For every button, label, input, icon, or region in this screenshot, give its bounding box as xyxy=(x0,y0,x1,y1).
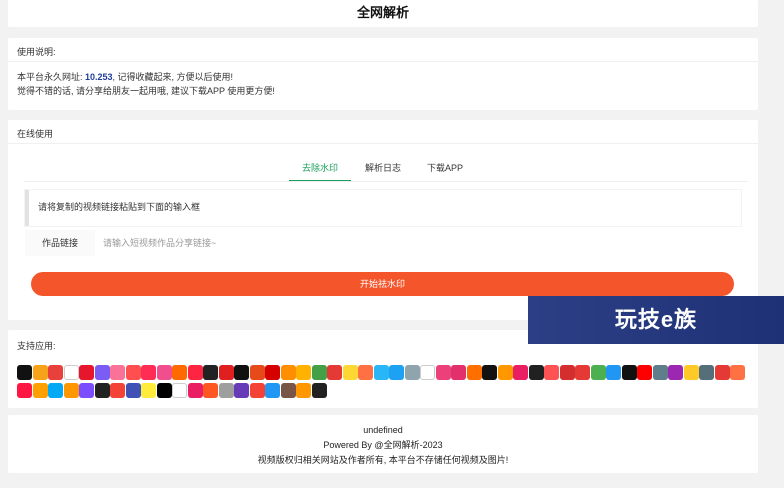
footer-line-1: undefined xyxy=(363,425,403,435)
usage-suffix: , 记得收藏起来, 方便以后使用! xyxy=(112,72,234,82)
app-icon xyxy=(234,365,249,380)
tab-remove-watermark[interactable]: 去除水印 xyxy=(289,154,351,182)
app-icon xyxy=(94,365,110,380)
app-icon xyxy=(513,365,528,380)
app-icon xyxy=(17,383,32,398)
app-icon xyxy=(125,383,141,398)
tab-divider xyxy=(24,181,748,182)
app-icon xyxy=(265,365,280,380)
app-icon xyxy=(32,365,48,380)
app-icon xyxy=(683,365,699,380)
app-icon xyxy=(342,365,358,380)
app-icon xyxy=(63,365,79,380)
footer-copyright: 视频版权归相关网站及作者所有, 本平台不存储任何视频及图片! xyxy=(257,455,509,465)
app-icon xyxy=(32,383,48,398)
app-icon xyxy=(48,365,63,380)
online-card: 在线使用 去除水印 解析日志 下载APP 请将复制的视频链接粘贴到下面的输入框 … xyxy=(8,120,758,320)
app-icon xyxy=(559,365,575,380)
app-icon xyxy=(110,383,125,398)
app-icon xyxy=(79,383,94,398)
app-icon xyxy=(699,365,714,380)
app-icon xyxy=(528,365,544,380)
app-icon-grid xyxy=(17,365,752,401)
tab-download-app[interactable]: 下载APP xyxy=(420,154,470,182)
site-domain[interactable]: 10.253 xyxy=(85,72,113,82)
app-icon xyxy=(172,383,187,398)
weibo-icon xyxy=(79,365,94,380)
tab-parse-log[interactable]: 解析日志 xyxy=(358,154,408,182)
instagram-icon xyxy=(451,365,466,380)
app-icon xyxy=(265,383,280,398)
app-icon xyxy=(187,383,203,398)
app-icon xyxy=(606,365,621,380)
link-field: 作品链接 xyxy=(25,230,741,256)
usage-line-1: 本平台永久网址: 10.253, 记得收藏起来, 方便以后使用! xyxy=(17,70,758,84)
app-icon xyxy=(249,365,265,380)
footer-powered-by: Powered By @全网解析-2023 xyxy=(323,440,443,450)
app-icon xyxy=(203,365,218,380)
app-icon xyxy=(156,383,172,398)
footer-card: undefined Powered By @全网解析-2023 视频版权归相关网… xyxy=(8,415,758,473)
app-icon xyxy=(280,365,296,380)
app-icon xyxy=(203,383,218,398)
app-icon xyxy=(466,365,482,380)
app-icon xyxy=(48,383,63,398)
usage-card: 使用说明: 本平台永久网址: 10.253, 记得收藏起来, 方便以后使用! 觉… xyxy=(8,38,758,110)
app-icon xyxy=(249,383,265,398)
app-icon xyxy=(311,383,327,398)
app-icon xyxy=(373,365,389,380)
app-icon xyxy=(714,365,730,380)
app-icon xyxy=(156,365,172,380)
app-icon xyxy=(389,365,404,380)
usage-prefix: 本平台永久网址: xyxy=(17,72,86,82)
douyin-icon xyxy=(17,365,32,380)
usage-line-2: 觉得不错的话, 请分享给朋友一起用哦, 建议下载APP 使用更方便! xyxy=(17,86,275,96)
instruction-tip: 请将复制的视频链接粘贴到下面的输入框 xyxy=(25,190,741,226)
brand-banner: 玩技e族 xyxy=(528,296,784,344)
app-icon xyxy=(652,365,668,380)
header-card: 全网解析 xyxy=(8,0,758,27)
app-icon xyxy=(141,383,156,398)
app-icon xyxy=(234,383,249,398)
app-icon xyxy=(590,365,606,380)
app-icon xyxy=(435,365,451,380)
app-icon xyxy=(187,365,203,380)
app-icon xyxy=(218,365,234,380)
page-title: 全网解析 xyxy=(356,5,409,20)
app-icon xyxy=(296,365,311,380)
app-icon xyxy=(497,365,513,380)
start-remove-watermark-button[interactable]: 开始祛水印 xyxy=(31,272,734,296)
app-icon xyxy=(730,365,745,380)
app-icon xyxy=(420,365,435,380)
app-icon xyxy=(296,383,311,398)
app-icon xyxy=(141,365,156,380)
online-heading: 在线使用 xyxy=(8,120,758,144)
app-icon xyxy=(621,365,637,380)
app-icon xyxy=(110,365,125,380)
app-icon xyxy=(544,365,559,380)
app-icon xyxy=(280,383,296,398)
app-icon xyxy=(575,365,590,380)
app-icon xyxy=(172,365,187,380)
tab-bar: 去除水印 解析日志 下载APP xyxy=(8,154,758,182)
app-icon xyxy=(94,383,110,398)
app-icon xyxy=(63,383,79,398)
app-icon xyxy=(218,383,234,398)
link-field-label: 作品链接 xyxy=(41,238,78,248)
video-link-input[interactable] xyxy=(95,230,741,256)
usage-body: 本平台永久网址: 10.253, 记得收藏起来, 方便以后使用! 觉得不错的话,… xyxy=(8,62,758,98)
youtube-icon xyxy=(637,365,652,380)
app-icon xyxy=(125,365,141,380)
usage-heading: 使用说明: xyxy=(8,38,758,62)
app-icon xyxy=(311,365,327,380)
app-icon xyxy=(327,365,342,380)
app-icon xyxy=(358,365,373,380)
app-icon xyxy=(404,365,420,380)
app-icon xyxy=(668,365,683,380)
app-icon xyxy=(482,365,497,380)
